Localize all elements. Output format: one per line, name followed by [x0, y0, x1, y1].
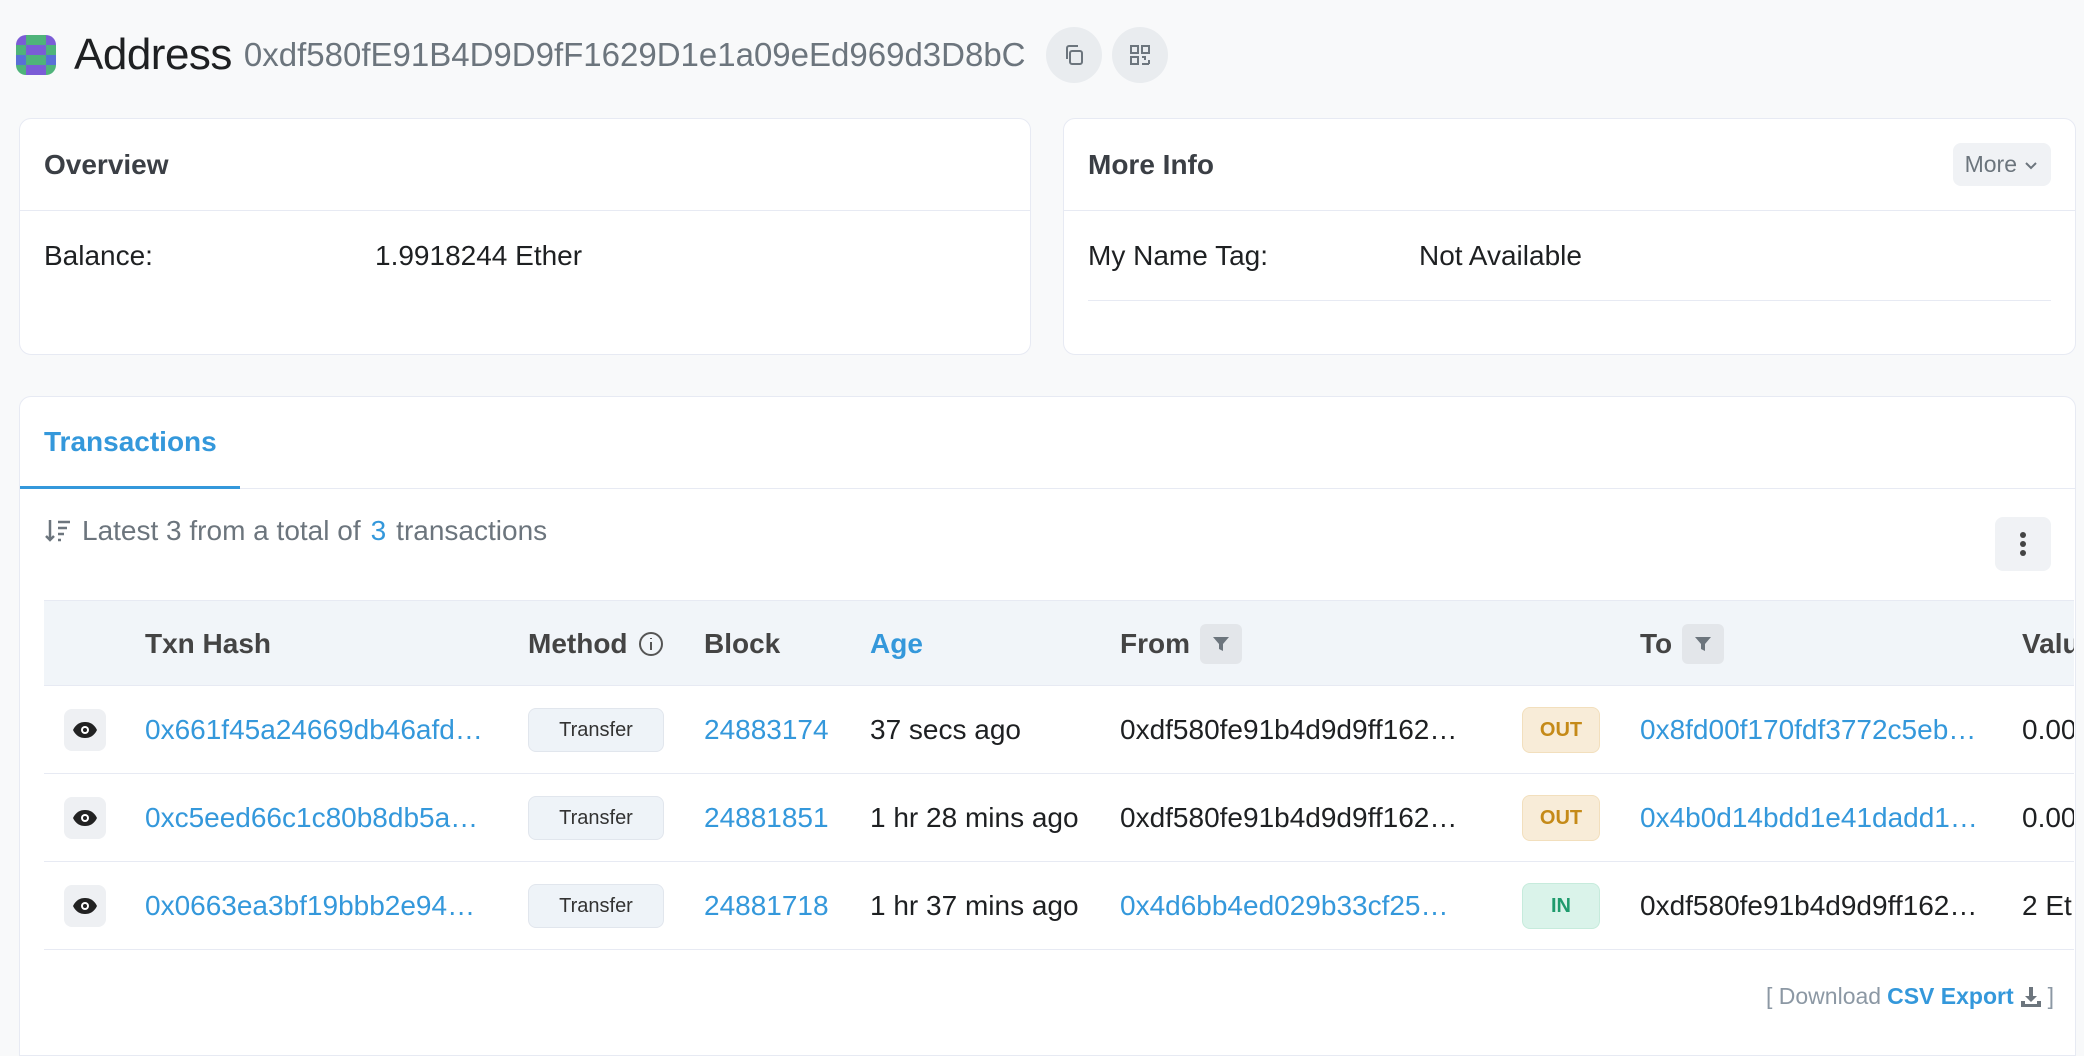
- more-info-card: More Info More My Name Tag: Not Availabl…: [1063, 118, 2076, 355]
- filter-icon: [1213, 637, 1229, 651]
- method-badge: Transfer: [528, 884, 664, 928]
- more-dropdown-button[interactable]: More: [1952, 143, 2051, 186]
- txn-age: 37 secs ago: [870, 714, 1021, 745]
- qr-code-button[interactable]: [1111, 27, 1168, 83]
- address-hash: 0xdf580fE91B4D9D9fF1629D1e1a09eEd969d3D8…: [243, 36, 1026, 73]
- col-txn-hash: Txn Hash: [145, 628, 272, 659]
- view-details-button[interactable]: [64, 885, 106, 927]
- overview-card: Overview Balance: 1.9918244 Ether: [19, 118, 1031, 355]
- txn-age: 1 hr 37 mins ago: [870, 890, 1079, 921]
- col-block: Block: [704, 628, 781, 659]
- txn-hash-link[interactable]: 0xc5eed66c1c80b8db5a…: [145, 802, 478, 834]
- view-details-button[interactable]: [64, 709, 106, 751]
- block-link[interactable]: 24883174: [704, 714, 829, 746]
- table-row: 0x0663ea3bf19bbb2e94… Transfer 24881718 …: [44, 862, 2074, 950]
- csv-download: [ Download CSV Export ]: [1766, 983, 2054, 1010]
- filter-icon: [1695, 637, 1712, 651]
- txn-hash-link[interactable]: 0x0663ea3bf19bbb2e94…: [145, 890, 475, 922]
- summary-suffix: transactions: [396, 515, 548, 546]
- from-address: 0xdf580fe91b4d9d9ff162…: [1120, 802, 1458, 833]
- name-tag-label: My Name Tag:: [1088, 239, 1268, 271]
- download-prefix: [ Download: [1766, 983, 1882, 1009]
- transactions-summary: Latest 3 from a total of 3 transactions: [44, 515, 547, 547]
- tab-bar: Transactions: [20, 397, 2075, 489]
- direction-badge: IN: [1522, 883, 1600, 929]
- info-icon[interactable]: [638, 631, 664, 657]
- direction-badge: OUT: [1522, 795, 1600, 841]
- col-age[interactable]: Age: [870, 628, 923, 660]
- col-method: Method: [528, 628, 628, 659]
- copy-address-button[interactable]: [1045, 27, 1102, 83]
- more-vertical-icon: [2020, 532, 2026, 556]
- view-details-button[interactable]: [64, 797, 106, 839]
- more-dropdown-label: More: [1964, 151, 2017, 177]
- col-to: To: [1640, 628, 1673, 659]
- block-link[interactable]: 24881851: [704, 802, 829, 834]
- txn-hash-link[interactable]: 0x661f45a24669db46afd…: [145, 714, 483, 746]
- table-row: 0xc5eed66c1c80b8db5a… Transfer 24881851 …: [44, 774, 2074, 862]
- txn-age: 1 hr 28 mins ago: [870, 802, 1079, 833]
- method-badge: Transfer: [528, 708, 664, 752]
- table-options-button[interactable]: [1995, 517, 2051, 571]
- from-address-link[interactable]: 0x4d6bb4ed029b33cf25…: [1120, 890, 1449, 922]
- eye-icon: [73, 898, 97, 914]
- qr-code-icon: [1129, 45, 1150, 65]
- to-filter-button[interactable]: [1682, 624, 1725, 664]
- txn-value: 0.00: [2022, 802, 2074, 833]
- download-icon[interactable]: [2020, 986, 2042, 1008]
- sort-icon: [45, 520, 70, 542]
- address-identicon: [16, 35, 56, 75]
- from-filter-button[interactable]: [1200, 624, 1242, 664]
- balance-label: Balance:: [44, 240, 153, 271]
- col-value: Valu: [2022, 628, 2074, 659]
- table-header: Txn Hash Method Block Age From To Valu: [44, 600, 2074, 686]
- balance-value: 1.9918244 Ether: [375, 240, 583, 271]
- eye-icon: [73, 722, 97, 738]
- method-badge: Transfer: [528, 796, 664, 840]
- table-row: 0x661f45a24669db46afd… Transfer 24883174…: [44, 686, 2074, 774]
- transactions-card: Transactions Latest 3 from a total of 3 …: [19, 396, 2076, 1056]
- summary-prefix: Latest 3 from a total of: [82, 515, 361, 546]
- page-header: Address 0xdf580fE91B4D9D9fF1629D1e1a09eE…: [16, 24, 1178, 86]
- more-info-title: More Info: [1088, 148, 1214, 180]
- from-address: 0xdf580fe91b4d9d9ff162…: [1120, 714, 1458, 745]
- txn-value: 2 Et: [2022, 890, 2072, 921]
- direction-badge: OUT: [1522, 707, 1600, 753]
- chevron-down-icon: [2025, 161, 2037, 169]
- copy-icon: [1065, 45, 1083, 65]
- transactions-table: Txn Hash Method Block Age From To Valu 0…: [44, 600, 2074, 950]
- txn-value: 0.00: [2022, 714, 2074, 745]
- to-address-link[interactable]: 0x4b0d14bdd1e41dadd1…: [1640, 802, 1978, 834]
- to-address-link[interactable]: 0x8fd00f170fdf3772c5eb…: [1640, 714, 1976, 746]
- name-tag-value: Not Available: [1419, 239, 1582, 271]
- tab-transactions[interactable]: Transactions: [20, 397, 240, 489]
- to-address: 0xdf580fe91b4d9d9ff162…: [1640, 890, 1978, 921]
- col-from: From: [1120, 628, 1190, 659]
- eye-icon: [73, 810, 97, 826]
- download-suffix: ]: [2047, 983, 2054, 1009]
- summary-count: 3: [370, 515, 387, 546]
- csv-export-link[interactable]: CSV Export: [1887, 983, 2014, 1010]
- block-link[interactable]: 24881718: [704, 890, 829, 922]
- overview-title: Overview: [44, 148, 169, 180]
- page-title: Address: [74, 30, 232, 79]
